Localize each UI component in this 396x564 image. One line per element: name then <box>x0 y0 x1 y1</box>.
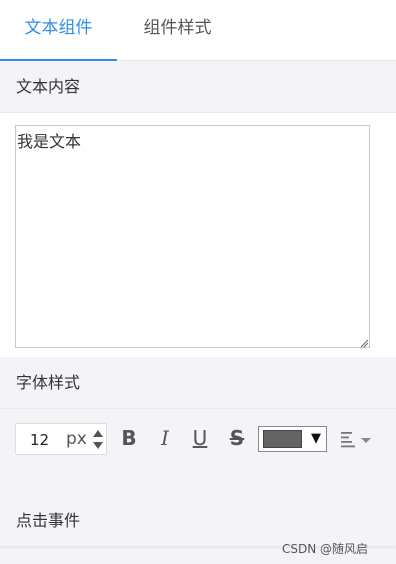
section-header-font-style[interactable]: 字体样式 <box>0 358 396 409</box>
watermark: CSDN @随风启 <box>282 542 369 556</box>
italic-button[interactable]: I <box>152 423 178 453</box>
tab-component-style[interactable]: 组件样式 <box>120 0 235 60</box>
decrement-icon[interactable] <box>91 440 105 452</box>
font-color-picker[interactable]: ▼ <box>258 426 327 452</box>
increment-icon[interactable] <box>91 427 105 439</box>
resize-grip-icon[interactable] <box>359 338 369 348</box>
section-title: 字体样式 <box>16 373 81 392</box>
chevron-down-icon: ▼ <box>311 431 321 446</box>
underline-button[interactable]: U <box>187 423 213 453</box>
strikethrough-button[interactable]: S <box>224 423 250 453</box>
section-title: 文本内容 <box>16 77 81 96</box>
bold-button[interactable]: B <box>116 423 142 453</box>
section-title: 点击事件 <box>16 511 81 530</box>
font-size-stepper[interactable]: 12 px <box>15 423 107 455</box>
color-swatch <box>263 430 302 448</box>
font-style-toolbar: 12 px B I U S ▼ <box>0 409 396 495</box>
font-size-value[interactable]: 12 <box>30 424 49 456</box>
align-left-icon[interactable] <box>338 429 376 449</box>
section-header-text-content[interactable]: 文本内容 <box>0 62 396 113</box>
font-size-unit: px <box>66 429 87 449</box>
tab-bar: 文本组件 组件样式 <box>0 0 396 61</box>
text-content-panel: 我是文本 <box>0 113 396 357</box>
tab-text-component[interactable]: 文本组件 <box>0 0 117 61</box>
text-content-input[interactable]: 我是文本 <box>15 125 370 348</box>
